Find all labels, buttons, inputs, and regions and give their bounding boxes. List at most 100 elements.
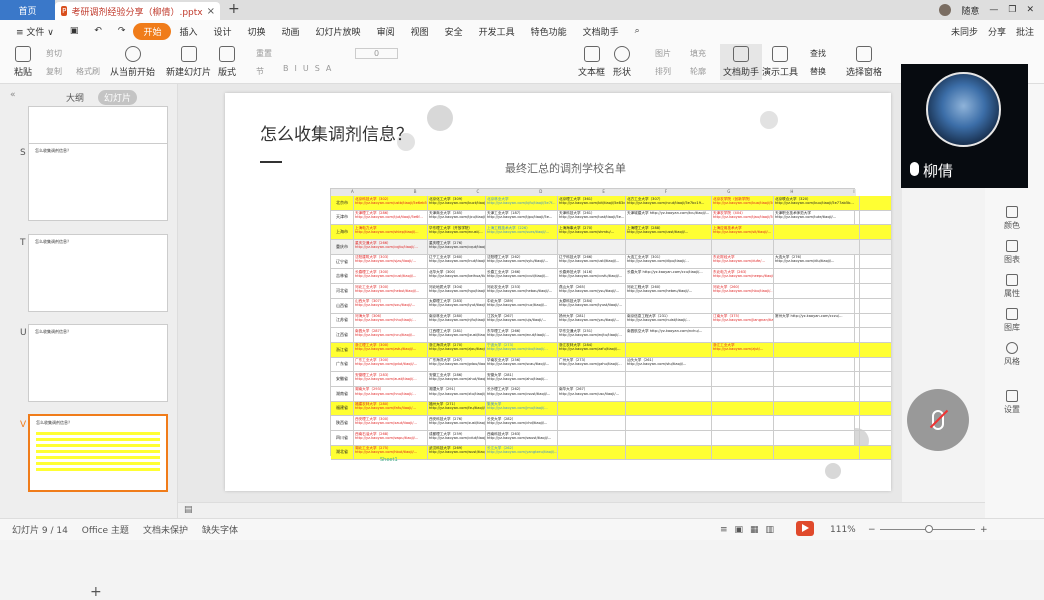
restore-icon[interactable]: ❐ (1008, 5, 1016, 15)
comment-button[interactable]: 批注 (1016, 25, 1034, 38)
thumbnail-title: 怎么收集调剂信息？ (35, 239, 71, 244)
table-cell: 上海应用技术大学 http://yz.kaoyan.com/sit/tiaoji… (712, 225, 774, 241)
close-tab-icon[interactable]: × (207, 6, 215, 17)
table-cell (558, 431, 626, 446)
presentation-tool-button[interactable]: 演示工具 (762, 46, 798, 78)
menu-view[interactable]: 视图 (403, 25, 437, 38)
play-slideshow-button[interactable] (796, 521, 814, 536)
color-panel-button[interactable]: 颜色 (992, 206, 1032, 231)
slide-thumbnail-v-selected[interactable]: 怎么收集调剂信息？ (28, 414, 168, 492)
section-button[interactable]: 节 (256, 66, 264, 77)
document-tab[interactable]: P 考研调剂经验分享（柳倩）.pptx × (55, 2, 220, 20)
fill-button[interactable]: 填充 (690, 48, 706, 59)
table-cell: 河北工业大学（300）http://yz.kaoyan.com/hebut/ti… (354, 284, 428, 299)
menu-security[interactable]: 安全 (437, 25, 471, 38)
slide-thumbnail-8[interactable] (28, 106, 168, 146)
sheet-tab[interactable]: Sheet1 (380, 457, 398, 463)
menu-transition[interactable]: 切换 (240, 25, 274, 38)
table-cell (712, 328, 774, 343)
save-icon[interactable]: ▣ (62, 26, 87, 36)
minimize-icon[interactable]: — (989, 5, 998, 15)
new-slide-button[interactable]: 新建幻灯片 (166, 46, 211, 78)
current-slide[interactable]: 怎么收集调剂信息？ 最终汇总的调剂学校名单 A B C D E F G H I 北京市 北京科技大… (225, 93, 891, 491)
table-cell (712, 372, 774, 387)
redo-icon[interactable]: ↷ (110, 26, 134, 36)
cut-button[interactable]: 剪切 (46, 48, 62, 59)
menu-insert[interactable]: 插入 (171, 25, 205, 38)
search-icon[interactable]: ⌕ (627, 26, 648, 36)
slide-thumbnail-s[interactable]: 怎么收集调剂信息？ (28, 143, 168, 221)
participant-name: 柳倩 (923, 162, 954, 180)
protection-status[interactable]: 文档未保护 (143, 523, 188, 536)
from-current-button[interactable]: 从当前开始 (110, 46, 155, 78)
table-cell (774, 416, 860, 431)
menu-special[interactable]: 特色功能 (523, 25, 575, 38)
view-mode-icons[interactable]: ≡▣▦▥ (720, 525, 781, 535)
share-button[interactable]: 分享 (988, 25, 1006, 38)
school-list-table[interactable]: A B C D E F G H I 北京市 北京科技大学（302）http://yz.kaoyan… (330, 188, 891, 461)
mute-button[interactable] (907, 389, 969, 451)
chart-panel-button[interactable]: 图表 (992, 240, 1032, 265)
close-window-icon[interactable]: ✕ (1026, 5, 1034, 15)
layout-button[interactable]: 版式 (218, 46, 236, 78)
notes-bar[interactable]: ▤ (178, 502, 985, 518)
replace-button[interactable]: 替换 (810, 66, 826, 77)
textbox-button[interactable]: 文本框 (578, 46, 605, 78)
arrange-button[interactable]: 排列 (655, 66, 671, 77)
settings-panel-button[interactable]: 设置 (992, 390, 1032, 415)
slide-thumbnail-u[interactable]: 怎么收集调剂信息？ (28, 324, 168, 402)
menu-review[interactable]: 审阅 (369, 25, 403, 38)
zoom-out-icon[interactable]: − (868, 525, 876, 535)
select-pane-button[interactable]: 选择窗格 (846, 46, 882, 78)
zoom-in-icon[interactable]: + (980, 525, 988, 535)
properties-panel-button[interactable]: 属性 (992, 274, 1032, 299)
missing-font[interactable]: 缺失字体 (202, 523, 238, 536)
table-cell (774, 401, 860, 417)
menu-animation[interactable]: 动画 (274, 25, 308, 38)
menu-slideshow[interactable]: 幻灯片放映 (308, 25, 369, 38)
zoom-slider-knob[interactable] (925, 525, 933, 533)
font-size-select[interactable]: 0 (355, 48, 399, 59)
style-panel-button[interactable]: 风格 (992, 342, 1032, 367)
avatar[interactable] (939, 4, 952, 16)
table-cell: 北京联合大学（320）http://yz.kaoyan.com/buu/tiao… (774, 196, 860, 211)
font-style-buttons[interactable]: BIUSA (283, 64, 337, 73)
video-call-overlay[interactable]: 柳倩 (901, 64, 1028, 188)
doc-helper-button[interactable]: 文档助手 (720, 44, 763, 80)
table-cell (712, 240, 774, 255)
table-cell (626, 240, 712, 255)
shape-button[interactable]: 形状 (613, 46, 631, 78)
tab-slides[interactable]: 幻灯片 (98, 90, 138, 105)
select-pane-label: 选择窗格 (846, 68, 883, 78)
outline-button[interactable]: 轮廓 (690, 66, 706, 77)
paste-button[interactable]: 粘贴 (14, 46, 32, 78)
slide-subtitle: 最终汇总的调剂学校名单 (505, 162, 626, 175)
new-tab-button[interactable]: + (228, 1, 240, 17)
paste-icon (15, 46, 31, 62)
table-cell: 浙江工业大学 http://yz.kaoyan.com/zjut/... (712, 342, 774, 358)
menu-file[interactable]: ≡ 文件 ∨ (8, 25, 62, 38)
zoom-level[interactable]: 111% (830, 525, 856, 535)
picture-button[interactable]: 图片 (655, 48, 671, 59)
tab-outline[interactable]: 大纲 (60, 90, 90, 105)
home-tab[interactable]: 首页 (0, 0, 55, 20)
copy-button[interactable]: 复制 (46, 66, 62, 77)
find-button[interactable]: 查找 (810, 48, 826, 59)
format-painter-button[interactable]: 格式刷 (76, 66, 100, 77)
table-cell (774, 445, 860, 461)
menu-doc-helper[interactable]: 文档助手 (575, 25, 627, 38)
gallery-panel-button[interactable]: 图库 (992, 308, 1032, 333)
menu-home[interactable]: 开始 (133, 22, 172, 40)
notes-icon[interactable]: ▤ (184, 505, 193, 515)
layout-icon (219, 46, 235, 62)
table-cell: 浙江海洋大学（270）http://yz.kaoyan.com/zjou/tia… (428, 342, 486, 358)
reset-button[interactable]: 重置 (256, 48, 272, 59)
slide-thumbnail-t[interactable]: 怎么收集调剂信息？ (28, 234, 168, 312)
undo-icon[interactable]: ↶ (86, 26, 110, 36)
add-slide-button[interactable]: + (90, 584, 102, 600)
table-cell: 沈阳理工大学（262）http://yz.kaoyan.com/sylu/tia… (486, 254, 558, 270)
sync-status[interactable]: 未同步 (951, 25, 978, 38)
menu-design[interactable]: 设计 (206, 25, 240, 38)
menu-developer[interactable]: 开发工具 (471, 25, 523, 38)
collapse-icon[interactable]: « (10, 90, 16, 100)
